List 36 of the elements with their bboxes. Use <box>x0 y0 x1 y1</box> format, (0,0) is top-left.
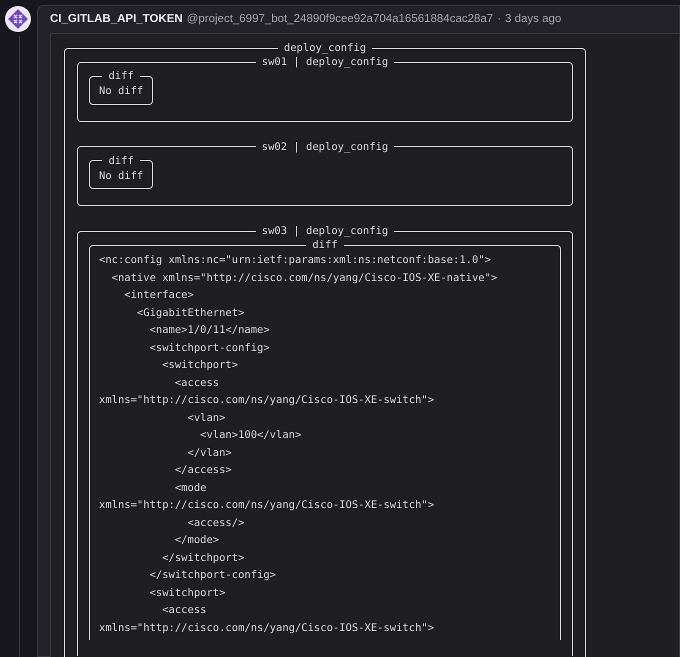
code-line: </switchport> <box>161 550 246 566</box>
box-title: sw01 | deploy_config <box>260 55 390 69</box>
diff-text: No diff <box>99 84 144 99</box>
code-line: </vlan> <box>186 446 233 460</box>
box-title: sw03 | deploy_config <box>260 224 390 238</box>
code-line: <switchport> <box>161 358 240 373</box>
author-name[interactable]: CI_GITLAB_API_TOKEN <box>50 12 183 27</box>
separator: · <box>497 12 502 27</box>
code-line: <access/> <box>186 516 246 530</box>
code-line: <interface> <box>123 288 195 303</box>
code-line: xmlns="http://cisco.com/ns/yang/Cisco-IOS-XE-switch"> <box>99 393 436 408</box>
code-line: <switchport> <box>148 586 226 600</box>
code-line: <access <box>161 603 208 618</box>
avatar-icon <box>5 6 31 32</box>
code-line: <name>1/0/11</name> <box>148 323 271 338</box>
box-title: diff <box>311 238 339 252</box>
code-line: <access <box>174 376 220 390</box>
code-line: <switchport-config> <box>148 340 271 356</box>
timestamp: 3 days ago <box>505 12 562 27</box>
code-line: <vlan>100</vlan> <box>199 428 302 443</box>
diff-text: No diff <box>99 168 144 184</box>
box-title: diff <box>107 69 135 83</box>
code-line: <native xmlns="http://cisco.com/ns/yang/Cisco-IOS-XE-native"> <box>110 270 498 286</box>
box-title: diff <box>107 154 135 168</box>
author-handle[interactable]: @project_6997_bot_24890f9cee92a704a16561884cac28a7 <box>186 12 494 27</box>
code-line: <GigabitEthernet> <box>136 306 246 320</box>
code-line: </access> <box>174 463 233 478</box>
code-line: xmlns="http://cisco.com/ns/yang/Cisco-IOS-XE-switch"> <box>99 498 436 513</box>
code-line: <mode <box>174 480 208 496</box>
box-title: sw02 | deploy_config <box>260 140 390 154</box>
code-line: <nc:config xmlns:nc="urn:ietf:params:xml:ns:netconf:base:1.0"> <box>99 253 492 268</box>
code-line: <vlan> <box>186 410 226 426</box>
code-line: </switchport-config> <box>148 568 278 583</box>
code-line: </mode> <box>174 533 220 548</box>
box-title: deploy_config <box>282 41 368 55</box>
code-line: xmlns="http://cisco.com/ns/yang/Cisco-IOS-XE-switch"> <box>99 620 436 636</box>
